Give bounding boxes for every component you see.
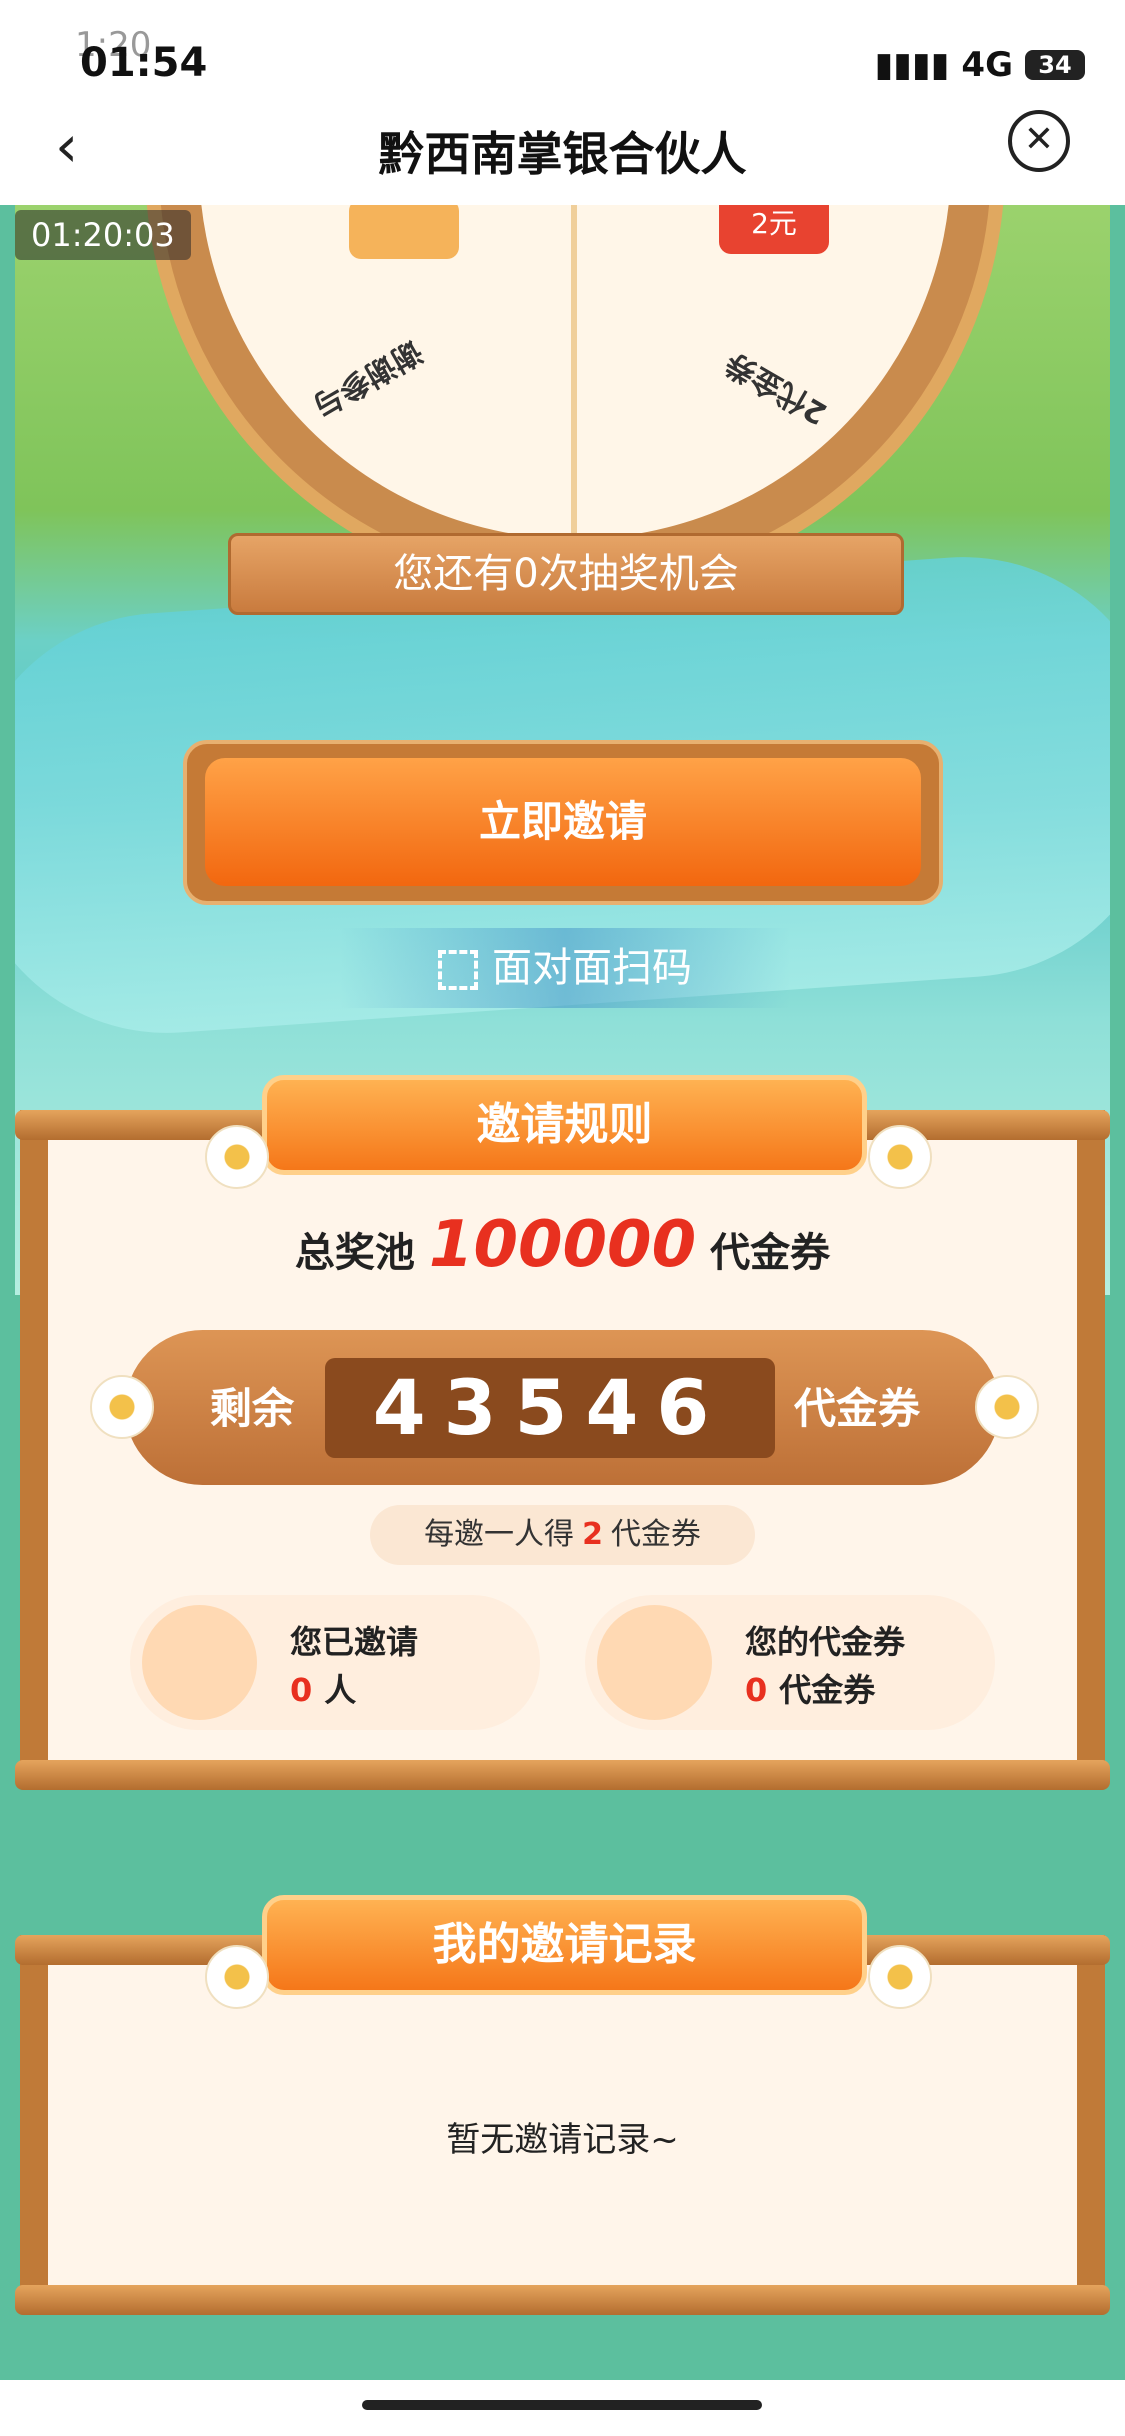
status-time: 01:54 — [80, 40, 208, 86]
page-title: 黔西南掌银合伙人 — [378, 127, 747, 181]
face-scan-label: 面对面扫码 — [492, 945, 692, 991]
per-invite-prefix: 每邀一人得 — [424, 1517, 575, 1552]
wheel-divider — [571, 205, 577, 539]
flower-icon — [90, 1375, 154, 1439]
coupons-title: 您的代金券 — [745, 1623, 906, 1661]
status-bar: 1:20 01:54 ▮▮▮▮ 4G 34 — [0, 0, 1125, 110]
invite-now-button[interactable]: 立即邀请 — [205, 758, 921, 886]
records-title-badge: 我的邀请记录 — [262, 1895, 867, 1995]
coupon-count-card: 您的代金券 0 代金券 — [585, 1595, 995, 1730]
flower-icon — [975, 1375, 1039, 1439]
coupons-value-row: 0 代金券 — [745, 1665, 875, 1711]
prize-right: 2代金券 — [719, 345, 833, 431]
status-right: ▮▮▮▮ 4G 34 — [875, 45, 1085, 85]
pool-unit: 代金券 — [710, 1230, 831, 1276]
invited-value: 0 — [290, 1671, 313, 1709]
recording-timer: 01:20:03 — [15, 210, 191, 260]
coupons-value: 0 — [745, 1671, 768, 1709]
scan-icon — [438, 950, 478, 990]
prize-pool: 总奖池 100000 代金券 — [0, 1208, 1125, 1282]
invited-value-row: 0人 — [290, 1665, 356, 1711]
invited-count-card: 您已邀请 0人 — [130, 1595, 540, 1730]
flower-icon — [205, 1945, 269, 2009]
nav-bar: ‹ 黔西南掌银合伙人 ✕ — [0, 110, 1125, 205]
per-invite-amount: 2 — [582, 1517, 603, 1552]
invited-title: 您已邀请 — [290, 1623, 419, 1661]
face-scan-button[interactable]: 面对面扫码 — [340, 928, 790, 1008]
coupons-unit: 代金券 — [779, 1671, 876, 1709]
network-type: 4G — [961, 45, 1013, 85]
remain-amount: 43546 — [325, 1358, 775, 1458]
prize-left: 谢谢参与 — [306, 332, 428, 424]
home-indicator[interactable] — [362, 2400, 762, 2410]
signal-icon: ▮▮▮▮ — [874, 45, 950, 85]
remaining-box: 剩余 43546 代金券 — [125, 1330, 1000, 1485]
battery-icon: 34 — [1025, 50, 1085, 80]
flower-icon — [868, 1125, 932, 1189]
invite-letter-icon — [142, 1605, 257, 1720]
pool-amount: 100000 — [428, 1208, 697, 1282]
remain-label: 剩余 — [210, 1384, 295, 1433]
close-circle-icon: ✕ — [1023, 119, 1055, 160]
invited-unit: 人 — [324, 1671, 357, 1709]
rules-bottom-rail — [15, 1760, 1110, 1790]
records-bottom-rail — [15, 2285, 1110, 2315]
chance-banner: 您还有0次抽奖机会 — [228, 533, 904, 615]
per-invite-reward: 每邀一人得 2 代金券 — [370, 1505, 755, 1565]
wheel-face: 谢谢参与 2元 2代金券 — [199, 205, 951, 539]
remain-unit: 代金券 — [793, 1384, 920, 1433]
invite-button-frame: 立即邀请 — [183, 740, 943, 905]
flower-icon — [205, 1125, 269, 1189]
per-invite-unit: 代金券 — [610, 1517, 701, 1552]
flower-icon — [868, 1945, 932, 2009]
coupon-icon: 2元 — [719, 205, 829, 254]
empty-records-text: 暂无邀请记录~ — [446, 2120, 679, 2160]
thanks-envelope-icon — [349, 205, 459, 259]
coins-icon — [597, 1605, 712, 1720]
pool-label: 总奖池 — [294, 1230, 415, 1276]
close-button[interactable]: ✕ — [1008, 110, 1070, 172]
rules-title-badge: 邀请规则 — [262, 1075, 867, 1175]
